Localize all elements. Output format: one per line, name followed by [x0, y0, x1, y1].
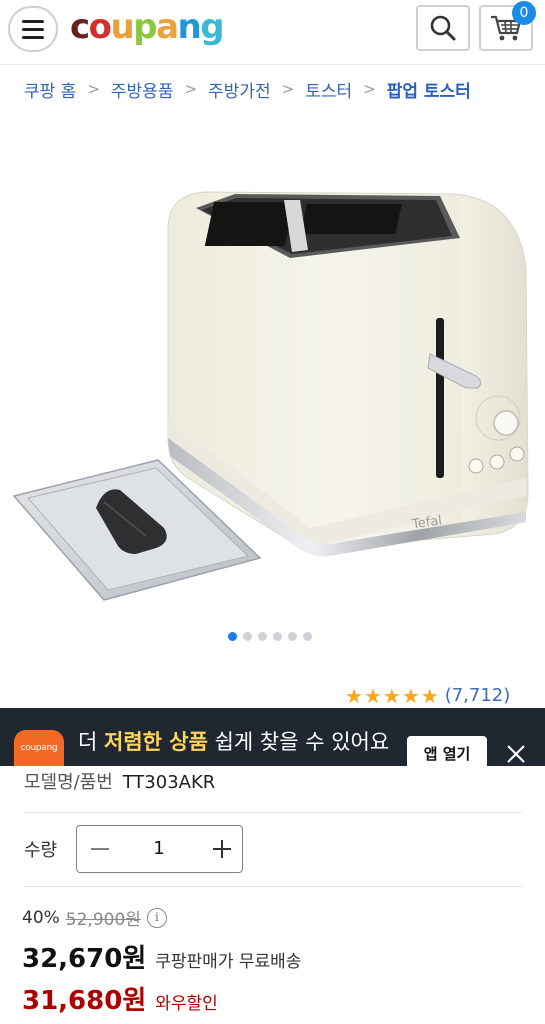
hamburger-icon-line — [22, 19, 44, 23]
shipping-info: 쿠팡판매가 무료배송 — [155, 952, 302, 972]
product-rating[interactable]: ★ ★ ★ ★ ★ (7,712) — [345, 685, 510, 706]
chevron-right-icon: > — [363, 80, 376, 98]
chevron-right-icon: > — [281, 80, 295, 98]
star-icon: ★ — [420, 683, 439, 708]
quantity-stepper[interactable]: 1 — [76, 825, 243, 873]
carousel-dot[interactable] — [273, 632, 282, 641]
coupang-app-icon: coupang — [14, 730, 64, 766]
app-install-banner: coupang 더 저렴한 상품 쉽게 찾을 수 있어요 앱 열기 — [0, 708, 545, 766]
hamburger-icon-line — [22, 27, 44, 31]
top-header: coupang 0 — [0, 0, 545, 60]
close-icon[interactable] — [504, 742, 528, 766]
carousel-dot[interactable] — [258, 632, 267, 641]
quantity-label: 수량 — [24, 840, 58, 861]
coupang-logo[interactable]: coupang — [70, 5, 225, 49]
chevron-right-icon: > — [87, 80, 100, 98]
breadcrumb-item-kitchenware[interactable]: 주방용품 — [111, 77, 174, 102]
breadcrumb-item-kitchen-appliances[interactable]: 주방가전 — [208, 77, 271, 102]
menu-button[interactable] — [8, 6, 58, 52]
carousel-dot[interactable] — [243, 632, 252, 641]
logo-letter: u — [110, 7, 135, 47]
original-price: 52,900원 — [65, 910, 141, 930]
quantity-value[interactable]: 1 — [137, 838, 181, 859]
star-icon: ★ — [345, 683, 363, 708]
cart-button[interactable]: 0 — [479, 1, 536, 51]
minus-icon[interactable] — [91, 848, 109, 850]
model-number: 모델명/품번 TT303AKR — [24, 768, 215, 794]
divider — [24, 812, 522, 813]
model-label: 모델명/품번 — [24, 772, 113, 793]
logo-letter: c — [70, 7, 90, 47]
app-banner-text: 더 저렴한 상품 쉽게 찾을 수 있어요 — [78, 730, 390, 754]
logo-letter: g — [200, 7, 224, 47]
star-icon: ★ — [363, 683, 382, 708]
breadcrumb-item-home[interactable]: 쿠팡 홈 — [24, 77, 76, 102]
star-icon: ★ — [382, 683, 401, 708]
model-value: TT303AKR — [122, 772, 216, 793]
breadcrumb-item-toaster[interactable]: 토스터 — [305, 77, 352, 102]
plus-icon[interactable] — [221, 840, 223, 858]
sale-price: 32,670원 — [22, 944, 147, 974]
chevron-right-icon: > — [184, 80, 198, 98]
product-image[interactable]: Tefal — [0, 118, 545, 618]
logo-letter: p — [133, 7, 157, 47]
wow-price: 31,680원 — [22, 986, 147, 1016]
review-count-link[interactable]: (7,712) — [445, 685, 511, 706]
info-icon[interactable]: i — [146, 907, 167, 928]
discount-row: 40% 52,900원 i — [22, 905, 167, 930]
header-divider — [0, 64, 545, 65]
carousel-dot[interactable] — [303, 632, 312, 641]
open-app-button[interactable]: 앱 열기 — [407, 736, 487, 766]
logo-letter: o — [88, 7, 112, 47]
rating-stars: ★ ★ ★ ★ ★ — [345, 686, 439, 706]
breadcrumb-item-popup-toaster[interactable]: 팝업 토스터 — [387, 77, 471, 102]
star-icon: ★ — [401, 683, 420, 708]
cart-count-badge: 0 — [512, 1, 536, 25]
search-icon — [430, 15, 456, 41]
hamburger-icon-line — [22, 35, 44, 39]
logo-letter: a — [156, 7, 179, 47]
wow-price-row: 31,680원 와우할인 — [22, 980, 218, 1017]
carousel-dot[interactable] — [288, 632, 297, 641]
sale-price-row: 32,670원 쿠팡판매가 무료배송 — [22, 938, 301, 975]
search-button[interactable] — [416, 5, 470, 51]
carousel-dot[interactable] — [228, 632, 237, 641]
wow-discount-label: 와우할인 — [155, 994, 218, 1014]
breadcrumb: 쿠팡 홈 > 주방용품 > 주방가전 > 토스터 > 팝업 토스터 — [24, 76, 471, 102]
discount-rate: 40% — [22, 907, 60, 928]
divider — [24, 886, 522, 887]
logo-letter: n — [177, 7, 202, 47]
image-carousel-dots[interactable] — [228, 632, 312, 641]
